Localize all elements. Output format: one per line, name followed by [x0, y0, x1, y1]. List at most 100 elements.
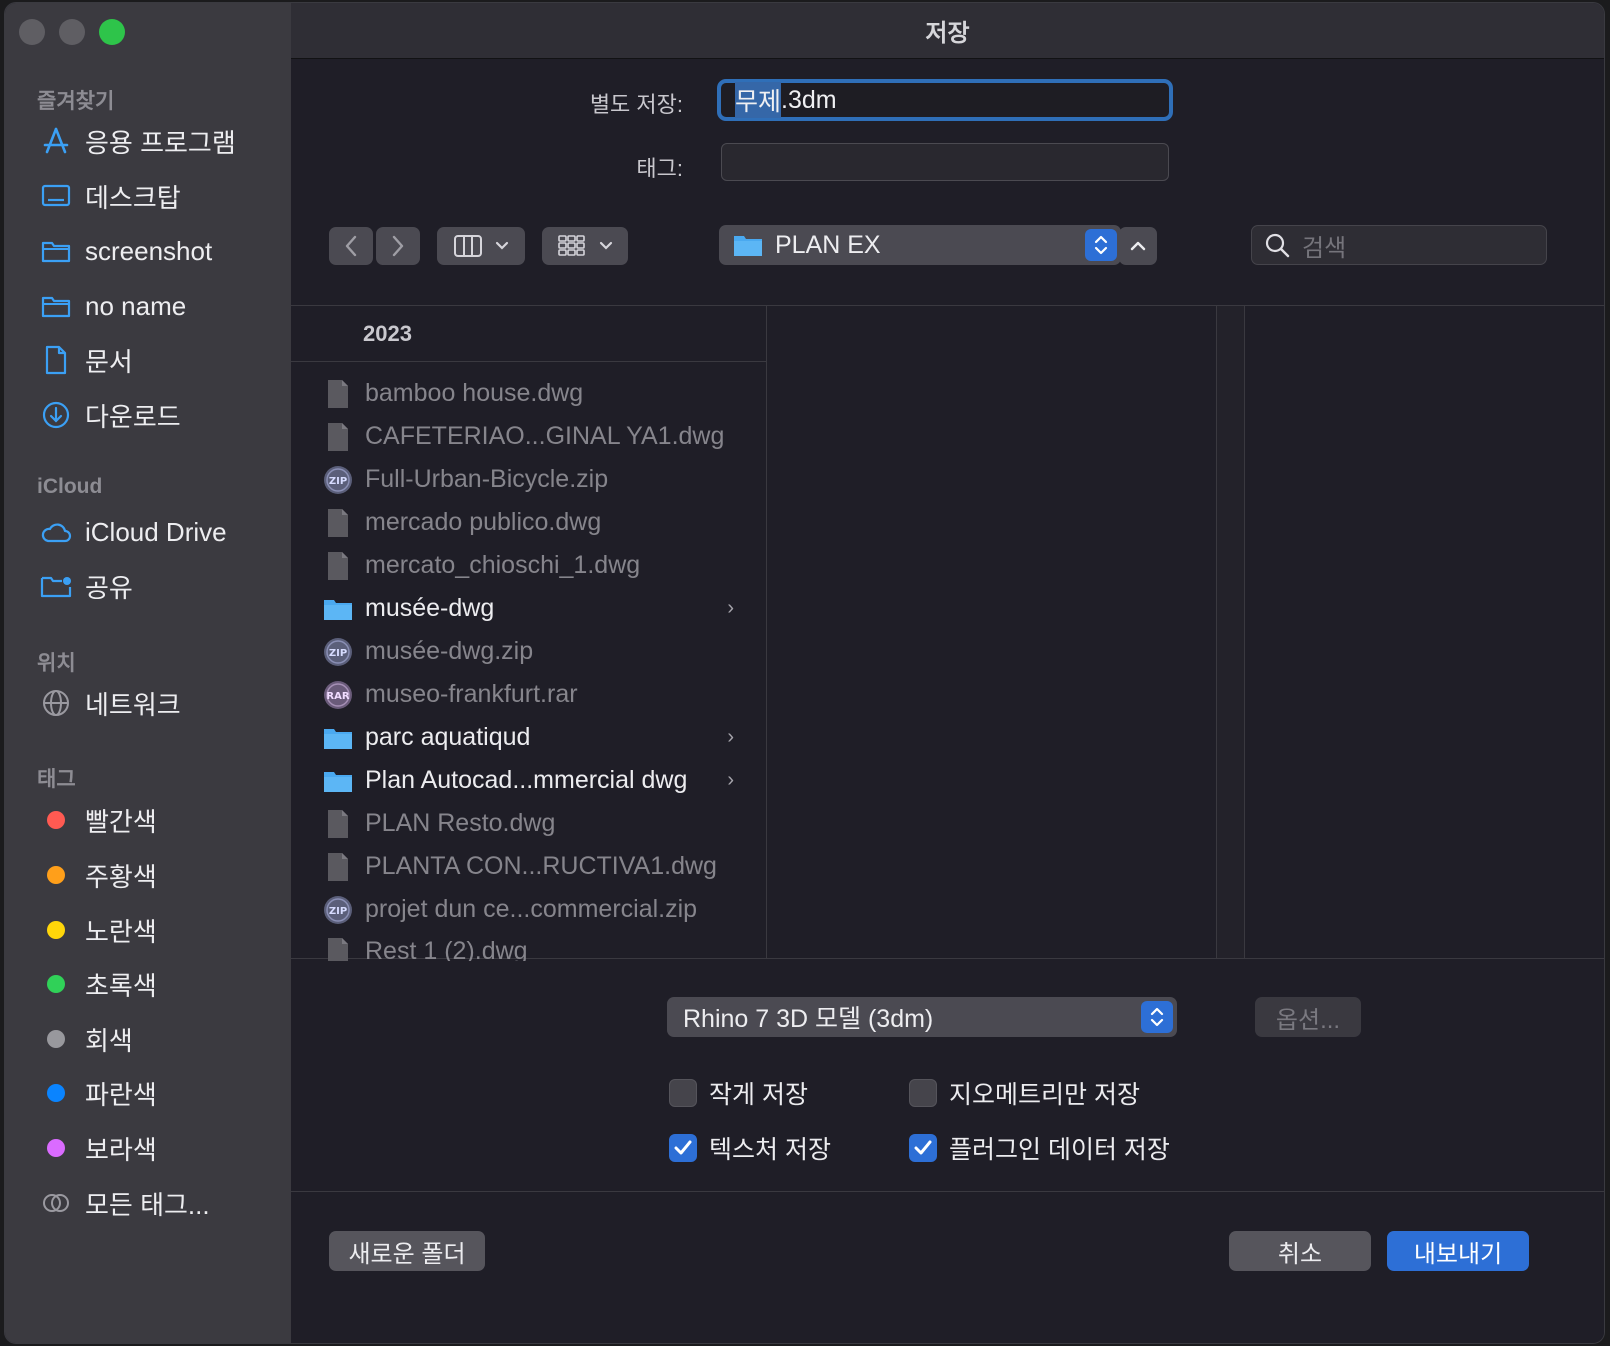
sidebar-tag-green[interactable]: 초록색: [39, 962, 157, 1006]
sidebar-item-applications[interactable]: 응용 프로그램: [39, 119, 236, 163]
column-resize-handle[interactable]: [1217, 306, 1245, 958]
file-row[interactable]: CAFETERIAO...GINAL YA1.dwg: [291, 415, 766, 458]
filename-input[interactable]: 무제 .3dm: [717, 79, 1173, 121]
search-icon: [1265, 233, 1290, 258]
file-icon: [323, 852, 353, 882]
close-window-button[interactable]: [19, 19, 45, 45]
location-popup[interactable]: PLAN EX: [719, 225, 1121, 265]
sidebar-item-icloud-drive[interactable]: iCloud Drive: [39, 510, 227, 554]
save-plugin-data-checkbox[interactable]: 플러그인 데이터 저장: [909, 1130, 1170, 1166]
applications-icon: [39, 126, 73, 156]
sidebar-item-label: 초록색: [85, 970, 157, 1001]
locations-header: 위치: [37, 652, 76, 675]
sidebar-item-no-name[interactable]: no name: [39, 284, 186, 328]
save-small-checkbox[interactable]: 작게 저장: [669, 1075, 808, 1111]
file-name: bamboo house.dwg: [365, 379, 584, 407]
sidebar-tag-yellow[interactable]: 노란색: [39, 908, 157, 952]
main-panel: 별도 저장: 무제 .3dm 태그: PLAN EX 검색 2023 bambo…: [291, 59, 1604, 1343]
chevron-left-icon: [345, 235, 357, 257]
save-textures-checkbox[interactable]: 텍스처 저장: [669, 1130, 831, 1166]
search-field[interactable]: 검색: [1251, 225, 1547, 265]
file-row[interactable]: mercado publico.dwg: [291, 501, 766, 544]
sidebar-item-all-tags[interactable]: 모든 태그...: [39, 1181, 210, 1225]
favorites-header: 즐겨찾기: [37, 90, 115, 113]
file-icon: [323, 508, 353, 538]
up-down-arrows-icon: [1085, 229, 1117, 261]
chevron-right-icon: ›: [727, 726, 734, 748]
folder-name: Plan Autocad...mmercial dwg: [365, 766, 688, 794]
minimize-window-button[interactable]: [59, 19, 85, 45]
sidebar-item-label: screenshot: [85, 235, 213, 266]
folder-icon: [323, 766, 353, 796]
parent-folder-button[interactable]: [1119, 227, 1157, 265]
file-row[interactable]: PLANTA CON...RUCTIVA1.dwg: [291, 845, 766, 888]
chevron-down-icon: [495, 241, 509, 250]
checkbox-label: 플러그인 데이터 저장: [949, 1136, 1170, 1164]
sidebar-item-label: iCloud Drive: [85, 516, 227, 547]
folder-row[interactable]: musée-dwg ›: [291, 587, 766, 630]
file-format-label: Rhino 7 3D 모델 (3dm): [683, 1005, 934, 1033]
columns-view-icon: [454, 235, 482, 257]
file-row[interactable]: ZIP Full-Urban-Bicycle.zip: [291, 458, 766, 501]
tags-input[interactable]: [721, 143, 1169, 181]
sidebar-item-documents[interactable]: 문서: [39, 338, 133, 382]
sidebar-item-label: 회색: [85, 1025, 133, 1056]
view-mode-button[interactable]: [437, 227, 525, 265]
sidebar-item-label: 보라색: [85, 1134, 157, 1165]
tag-dot-icon: [47, 1084, 65, 1102]
sidebar-tag-orange[interactable]: 주황색: [39, 853, 157, 897]
network-icon: [39, 688, 73, 718]
file-row[interactable]: Rest 1 (2).dwg: [291, 931, 766, 961]
folder-row[interactable]: Plan Autocad...mmercial dwg ›: [291, 759, 766, 802]
file-row[interactable]: bamboo house.dwg: [291, 372, 766, 415]
search-placeholder: 검색: [1302, 234, 1347, 262]
chevron-right-icon: ›: [727, 597, 734, 619]
sidebar-item-desktop[interactable]: 데스크탑: [39, 174, 181, 218]
file-format-popup[interactable]: Rhino 7 3D 모델 (3dm): [667, 997, 1177, 1037]
sidebar-tag-purple[interactable]: 보라색: [39, 1126, 157, 1170]
options-button[interactable]: 옵션...: [1255, 997, 1361, 1037]
grid-icon: [558, 235, 585, 256]
export-button[interactable]: 내보내기: [1387, 1231, 1529, 1271]
sidebar-item-network[interactable]: 네트워크: [39, 681, 181, 725]
file-name: musée-dwg.zip: [365, 637, 534, 665]
file-row[interactable]: mercato_chioschi_1.dwg: [291, 544, 766, 587]
file-icon: [323, 809, 353, 839]
group-by-button[interactable]: [542, 227, 628, 265]
up-down-arrows-icon: [1141, 1001, 1173, 1033]
folder-row[interactable]: parc aquatiqud ›: [291, 716, 766, 759]
chevron-right-icon: ›: [727, 769, 734, 791]
file-row[interactable]: PLAN Resto.dwg: [291, 802, 766, 845]
tags-header: 태그: [37, 768, 76, 791]
cancel-button[interactable]: 취소: [1229, 1231, 1371, 1271]
back-button[interactable]: [329, 227, 373, 265]
sidebar-tag-gray[interactable]: 회색: [39, 1017, 133, 1061]
sidebar-item-label: 주황색: [85, 861, 157, 892]
sidebar-item-screenshot[interactable]: screenshot: [39, 229, 212, 273]
folder-icon: [323, 594, 353, 624]
sidebar-item-downloads[interactable]: 다운로드: [39, 393, 181, 437]
new-folder-button[interactable]: 새로운 폴더: [329, 1231, 485, 1271]
tag-dot-icon: [47, 921, 65, 939]
file-list: bamboo house.dwg CAFETERIAO...GINAL YA1.…: [291, 372, 766, 961]
sidebar-item-shared[interactable]: 공유: [39, 564, 133, 608]
save-geometry-only-checkbox[interactable]: 지오메트리만 저장: [909, 1075, 1140, 1111]
zip-archive-icon: ZIP: [323, 637, 353, 667]
desktop-icon: [39, 181, 73, 211]
file-row[interactable]: ZIP projet dun ce...commercial.zip: [291, 888, 766, 931]
sidebar-tag-blue[interactable]: 파란색: [39, 1071, 157, 1115]
all-tags-icon: [39, 1188, 73, 1218]
sidebar-item-label: 문서: [85, 346, 133, 377]
file-name: museo-frankfurt.rar: [365, 680, 578, 708]
file-name: PLAN Resto.dwg: [365, 809, 556, 837]
chevron-up-icon: [1130, 241, 1146, 251]
file-row[interactable]: ZIP musée-dwg.zip: [291, 630, 766, 673]
forward-button[interactable]: [376, 227, 420, 265]
file-row[interactable]: RAR museo-frankfurt.rar: [291, 673, 766, 716]
save-as-label: 별도 저장:: [589, 92, 683, 117]
zoom-window-button[interactable]: [99, 19, 125, 45]
tag-dot-icon: [47, 811, 65, 829]
sidebar-item-label: 응용 프로그램: [85, 127, 236, 158]
sidebar-item-label: 파란색: [85, 1079, 157, 1110]
sidebar-tag-red[interactable]: 빨간색: [39, 798, 157, 842]
